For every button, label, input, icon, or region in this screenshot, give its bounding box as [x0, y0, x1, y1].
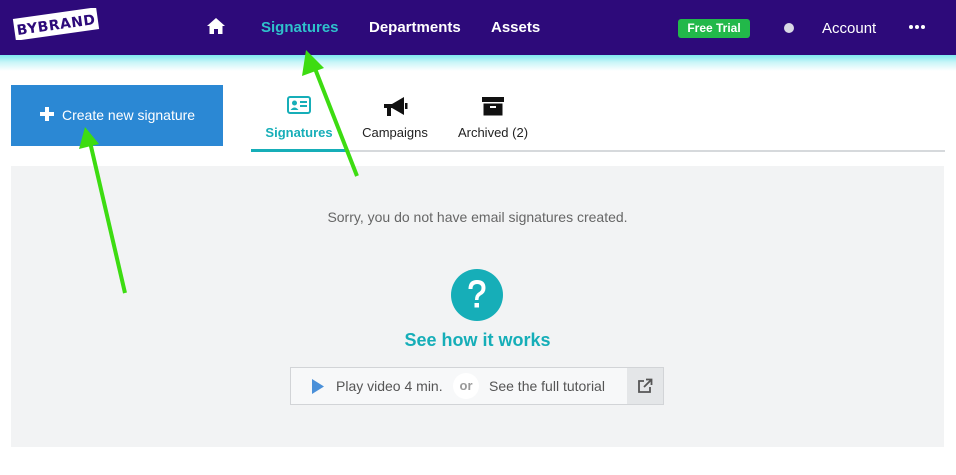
id-card-icon — [287, 96, 311, 114]
play-icon — [312, 379, 324, 394]
full-tutorial-button[interactable]: See the full tutorial — [479, 368, 627, 404]
open-tutorial-button[interactable] — [627, 368, 663, 404]
nav-signatures[interactable]: Signatures — [261, 19, 339, 36]
see-how-it-works-heading[interactable]: See how it works — [11, 330, 944, 351]
app-page: BYBRAND Signatures Departments Assets Fr… — [0, 0, 956, 475]
header-glow-divider — [0, 55, 956, 71]
top-navigation-bar: BYBRAND Signatures Departments Assets Fr… — [0, 0, 956, 55]
tab-archived[interactable]: Archived (2) — [451, 92, 535, 150]
tab-campaigns[interactable]: Campaigns — [356, 92, 434, 150]
tab-signatures-label: Signatures — [265, 125, 333, 140]
create-button-label: Create new signature — [62, 107, 196, 123]
signatures-empty-panel: Sorry, you do not have email signatures … — [11, 166, 944, 447]
status-dot-icon — [784, 23, 794, 33]
tab-archived-label: Archived (2) — [457, 125, 529, 140]
question-circle-icon[interactable] — [451, 269, 503, 321]
nav-departments[interactable]: Departments — [369, 19, 461, 36]
bybrand-logo[interactable]: BYBRAND — [11, 8, 101, 40]
create-new-signature-button[interactable]: Create new signature — [11, 85, 223, 146]
archive-box-icon — [482, 97, 504, 116]
active-tab-indicator — [251, 149, 347, 152]
tutorial-actions: Play video 4 min. or See the full tutori… — [290, 367, 664, 405]
nav-assets[interactable]: Assets — [491, 19, 540, 36]
tabs-divider — [251, 150, 945, 152]
external-link-icon — [638, 378, 653, 393]
account-menu[interactable]: Account — [822, 20, 876, 37]
plus-icon — [40, 107, 54, 121]
empty-state-message: Sorry, you do not have email signatures … — [327, 209, 628, 225]
home-icon[interactable] — [206, 16, 226, 36]
play-video-label: Play video 4 min. — [336, 378, 443, 394]
free-trial-badge[interactable]: Free Trial — [678, 19, 750, 38]
or-separator: or — [453, 373, 479, 399]
play-video-button[interactable]: Play video 4 min. — [291, 368, 469, 404]
megaphone-icon — [384, 97, 408, 116]
tab-signatures[interactable]: Signatures — [257, 92, 341, 150]
tab-campaigns-label: Campaigns — [362, 125, 428, 140]
full-tutorial-label: See the full tutorial — [489, 378, 605, 394]
more-options-icon[interactable] — [908, 18, 926, 36]
